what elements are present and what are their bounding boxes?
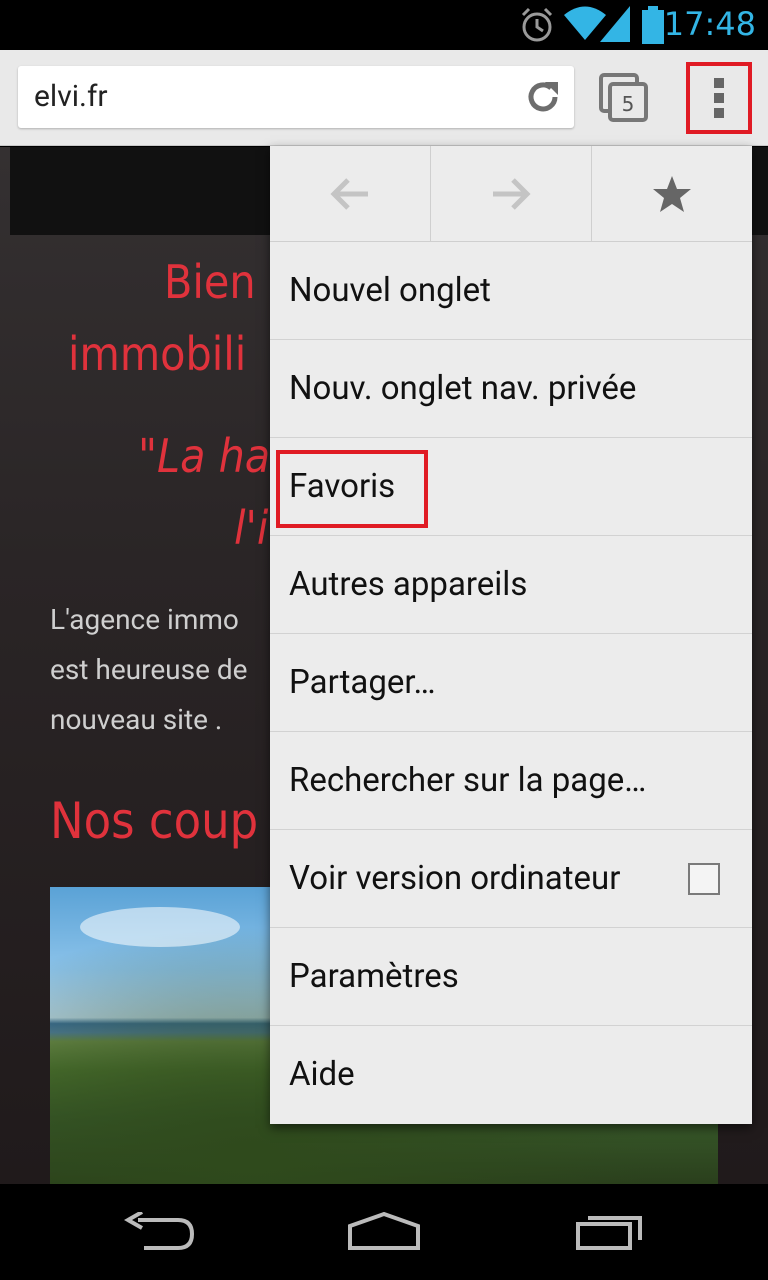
url-bar[interactable]: elvi.fr bbox=[18, 66, 574, 128]
menu-item-label: Partager… bbox=[289, 663, 436, 702]
welcome-heading-line1: Bien bbox=[164, 255, 256, 309]
intro-text-line2: est heureuse de bbox=[50, 653, 248, 686]
overflow-menu-button[interactable] bbox=[686, 62, 752, 134]
browser-toolbar: elvi.fr 5 bbox=[0, 50, 768, 146]
menu-item-find-in-page[interactable]: Rechercher sur la page… bbox=[270, 732, 752, 830]
slogan-line2: l'i bbox=[234, 501, 269, 555]
menu-item-help[interactable]: Aide bbox=[270, 1026, 752, 1124]
battery-icon bbox=[642, 6, 664, 44]
signal-icon bbox=[600, 6, 630, 42]
slogan-line1: "La ha bbox=[138, 429, 271, 483]
forward-arrow-icon bbox=[493, 178, 531, 210]
menu-item-request-desktop[interactable]: Voir version ordinateur bbox=[270, 830, 752, 928]
menu-item-incognito[interactable]: Nouv. onglet nav. privée bbox=[270, 340, 752, 438]
menu-item-label: Voir version ordinateur bbox=[289, 859, 621, 898]
back-arrow-icon bbox=[330, 178, 368, 210]
menu-forward-button[interactable] bbox=[431, 146, 592, 242]
welcome-heading-line2: immobili bbox=[68, 327, 247, 381]
overflow-menu-icon[interactable] bbox=[686, 62, 752, 134]
intro-text-line1: L'agence immo bbox=[50, 603, 239, 636]
menu-item-label: Nouv. onglet nav. privée bbox=[289, 369, 637, 408]
menu-item-label: Nouvel onglet bbox=[289, 271, 491, 310]
url-text[interactable]: elvi.fr bbox=[34, 79, 108, 115]
reload-icon[interactable] bbox=[524, 78, 562, 116]
menu-item-label: Favoris bbox=[289, 467, 396, 506]
menu-nav-row bbox=[270, 146, 752, 242]
menu-item-new-tab[interactable]: Nouvel onglet bbox=[270, 242, 752, 340]
recent-apps-icon[interactable] bbox=[574, 1212, 646, 1252]
menu-item-other-devices[interactable]: Autres appareils bbox=[270, 536, 752, 634]
system-navbar bbox=[0, 1184, 768, 1280]
menu-item-label: Aide bbox=[289, 1055, 355, 1094]
menu-item-share[interactable]: Partager… bbox=[270, 634, 752, 732]
screen: 17:48 elvi.fr 5 Bien immobili "La ha l'i… bbox=[0, 0, 768, 1280]
menu-item-label: Autres appareils bbox=[289, 565, 528, 604]
home-nav-icon[interactable] bbox=[346, 1212, 422, 1252]
tabs-icon[interactable]: 5 bbox=[598, 72, 650, 124]
overflow-menu: Nouvel onglet Nouv. onglet nav. privée F… bbox=[270, 146, 752, 1124]
intro-text-line3: nouveau site . bbox=[50, 703, 223, 736]
alarm-icon bbox=[521, 7, 553, 42]
status-time: 17:48 bbox=[663, 5, 756, 43]
menu-bookmark-button[interactable] bbox=[592, 146, 752, 242]
back-nav-icon[interactable] bbox=[124, 1212, 196, 1252]
menu-item-label: Paramètres bbox=[289, 957, 459, 996]
bookmark-star-icon bbox=[653, 176, 691, 212]
status-bar: 17:48 bbox=[0, 0, 768, 50]
menu-back-button[interactable] bbox=[270, 146, 431, 242]
menu-item-label: Rechercher sur la page… bbox=[289, 761, 647, 800]
desktop-version-checkbox[interactable] bbox=[688, 863, 720, 895]
section-title: Nos coup bbox=[50, 792, 259, 850]
menu-item-settings[interactable]: Paramètres bbox=[270, 928, 752, 1026]
menu-item-favoris[interactable]: Favoris bbox=[270, 438, 752, 536]
tab-count: 5 bbox=[622, 92, 635, 116]
